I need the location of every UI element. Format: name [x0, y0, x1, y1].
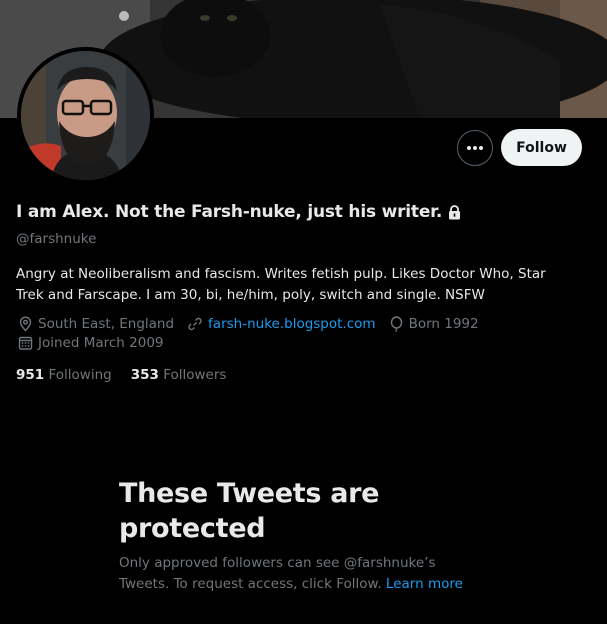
profile-bio: Angry at Neoliberalism and fascism. Writ… [16, 266, 546, 303]
profile-meta-row-2: Joined March 2009 [18, 335, 177, 351]
location-item: South East, England [18, 316, 174, 332]
followers-stat[interactable]: 353 Followers [131, 367, 227, 383]
born-text: Born 1992 [408, 316, 479, 332]
location-icon [19, 316, 32, 332]
protected-title: These Tweets are protected [119, 478, 380, 544]
following-count: 951 [16, 367, 45, 383]
more-dots-icon [467, 146, 483, 150]
following-label: Following [48, 367, 112, 383]
avatar[interactable] [17, 47, 154, 184]
website-item[interactable]: farsh-nuke.blogspot.com [187, 316, 376, 332]
profile-meta-row: South East, England farsh-nuke.blogspot.… [18, 316, 492, 332]
website-link[interactable]: farsh-nuke.blogspot.com [208, 316, 376, 332]
display-name: I am Alex. Not the Farsh-nuke, just his … [16, 202, 443, 222]
followers-label: Followers [163, 367, 227, 383]
following-stat[interactable]: 951 Following [16, 367, 112, 383]
born-item: Born 1992 [389, 316, 479, 332]
more-options-button[interactable] [457, 130, 493, 166]
joined-item: Joined March 2009 [18, 335, 164, 351]
lock-icon [448, 204, 461, 220]
followers-count: 353 [130, 367, 159, 383]
protected-notice: Only approved followers can see @farshnu… [119, 553, 489, 595]
avatar-photo [21, 51, 150, 180]
follow-button[interactable]: Follow [501, 129, 582, 166]
location-text: South East, England [38, 316, 175, 332]
profile-handle: @farshnuke [16, 231, 97, 247]
learn-more-link[interactable]: Learn more [386, 576, 463, 592]
profile-name-row: I am Alex. Not the Farsh-nuke, just his … [16, 202, 461, 222]
profile-stats: 951 Following 353 Followers [16, 367, 245, 383]
calendar-icon [18, 336, 33, 350]
joined-text: Joined March 2009 [38, 335, 164, 351]
balloon-icon [390, 316, 402, 332]
link-icon [188, 317, 202, 331]
